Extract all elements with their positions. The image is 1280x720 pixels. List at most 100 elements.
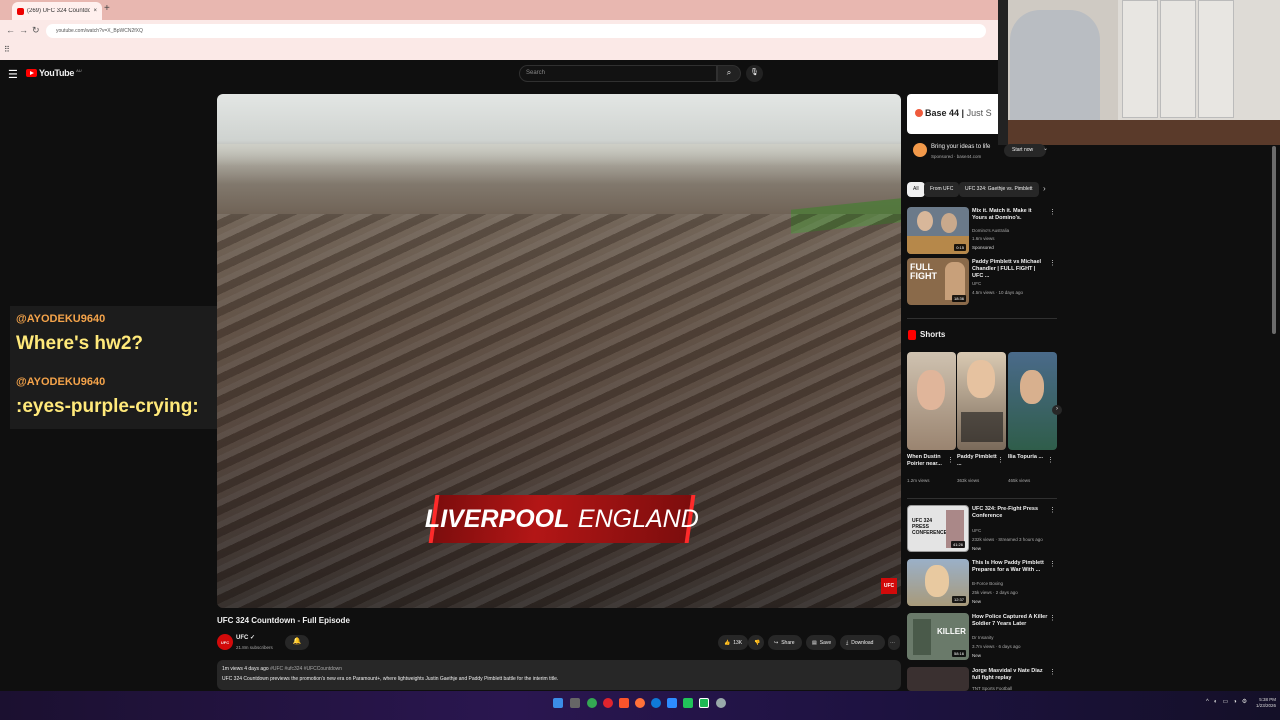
terraced-houses xyxy=(217,214,901,608)
search-input[interactable]: Search xyxy=(519,65,717,82)
hashtags[interactable]: #UFC #ufc324 #UFCCountdown xyxy=(270,666,342,672)
firefox-icon[interactable] xyxy=(635,698,645,708)
chevron-right-icon[interactable]: › xyxy=(1043,184,1046,193)
reload-icon[interactable]: ↻ xyxy=(32,25,40,36)
dislike-button[interactable]: 👎 xyxy=(748,635,764,650)
chip-from-ufc[interactable]: From UFC xyxy=(924,182,960,197)
more-vert-icon[interactable]: ⋮ xyxy=(1049,560,1056,568)
rec-meta: 1.6m views xyxy=(972,236,995,241)
chrome-icon[interactable] xyxy=(587,698,597,708)
new-tab-button[interactable]: + xyxy=(104,3,110,14)
rec-title[interactable]: Mix it. Match it. Make it Yours at Domin… xyxy=(972,208,1048,222)
short-views: 363k views xyxy=(957,478,980,483)
rec-channel[interactable]: UFC xyxy=(972,528,981,534)
taskbar-clock[interactable]: 5:38 PM 1/23/2026 xyxy=(1256,697,1276,709)
youtube-logo[interactable]: YouTube AU xyxy=(26,68,82,78)
divider xyxy=(907,318,1057,319)
task-view-icon[interactable] xyxy=(570,698,580,708)
rec-title[interactable]: Paddy Pimblett vs Michael Chandler | FUL… xyxy=(972,259,1048,280)
base44-logo-icon xyxy=(915,109,923,117)
close-tab-icon[interactable]: × xyxy=(93,8,97,14)
app-icon[interactable] xyxy=(683,698,693,708)
video-thumbnail[interactable]: 12:37 xyxy=(907,559,969,606)
duration-badge: 58:16 xyxy=(951,650,966,657)
system-tray[interactable]: ^◐▭◑⚙ xyxy=(1206,698,1252,705)
rec-channel[interactable]: Domino's Australia xyxy=(972,228,1009,234)
rec-title[interactable]: This Is How Paddy Pimblett Prepares for … xyxy=(972,560,1048,574)
more-vert-icon[interactable]: ⋮ xyxy=(1049,614,1056,622)
chip-ufc-324[interactable]: UFC 324: Gaethje vs. Pimblett xyxy=(959,182,1039,197)
description-meta: 1m views 4 days ago #UFC #ufc324 #UFCCou… xyxy=(222,666,343,672)
short-title[interactable]: When Dustin Poirier near... xyxy=(907,454,949,468)
rec-title[interactable]: Jorge Masvidal v Nate Diaz full fight re… xyxy=(972,668,1048,682)
active-app-icon[interactable] xyxy=(699,698,709,708)
video-thumbnail[interactable]: KILLER 58:16 xyxy=(907,613,969,660)
brave-icon[interactable] xyxy=(619,698,629,708)
more-vert-icon[interactable]: ⋮ xyxy=(1049,208,1056,216)
notification-bell-button[interactable]: 🔔 xyxy=(285,635,309,650)
browser-tab-bar xyxy=(0,0,998,20)
edge-icon[interactable] xyxy=(651,698,661,708)
search-icon[interactable]: ⌕ xyxy=(717,65,741,82)
rec-title[interactable]: UFC 324: Pre-Fight Press Conference xyxy=(972,506,1048,520)
video-thumbnail[interactable]: 0:15 xyxy=(907,207,969,254)
more-vert-icon[interactable]: ⋮ xyxy=(1047,456,1054,464)
rec-channel[interactable]: B-Force Boxing xyxy=(972,581,1003,587)
duration-badge: 0:15 xyxy=(954,244,966,251)
chevron-down-icon[interactable]: ⌄ xyxy=(1043,145,1048,152)
app-icon[interactable] xyxy=(667,698,677,708)
chat-username: @AYODEKU9640 xyxy=(16,376,106,388)
video-thumbnail[interactable]: UFC 324 PRESS CONFERENCE 41:26 xyxy=(907,505,969,552)
duration-badge: 41:26 xyxy=(950,541,965,548)
duration-badge: 12:37 xyxy=(951,596,966,603)
chip-all[interactable]: All xyxy=(907,182,925,197)
youtube-favicon-icon xyxy=(17,7,24,15)
thumbnail-overlay-text: UFC 324 PRESS CONFERENCE xyxy=(912,518,948,536)
short-thumbnail[interactable] xyxy=(957,352,1006,450)
back-icon[interactable]: ← xyxy=(6,25,15,35)
more-vert-icon[interactable]: ⋮ xyxy=(1049,259,1056,267)
more-vert-icon[interactable]: ⋮ xyxy=(997,456,1004,464)
more-vert-icon[interactable]: ⋮ xyxy=(1049,506,1056,514)
description-box[interactable] xyxy=(217,660,901,690)
like-button[interactable]: 👍 13K xyxy=(718,635,748,650)
short-title[interactable]: Ilia Topuria ... xyxy=(1008,454,1050,461)
advertiser-avatar[interactable] xyxy=(913,143,927,157)
thumbs-up-icon: 👍 xyxy=(724,639,731,646)
logo-text: YouTube xyxy=(39,68,75,78)
channel-avatar[interactable]: UFC xyxy=(217,634,233,650)
channel-name[interactable]: UFC ✓ xyxy=(236,634,255,641)
lower-third-city: LIVERPOOL xyxy=(425,504,570,533)
short-title[interactable]: Paddy Pimblett ... xyxy=(957,454,999,468)
ufc-watermark: UFC xyxy=(881,578,897,594)
scrollbar-thumb[interactable] xyxy=(1272,146,1276,334)
new-badge: New xyxy=(972,653,982,658)
short-thumbnail[interactable] xyxy=(907,352,956,450)
windows-start-icon[interactable] xyxy=(553,698,563,708)
ad-title[interactable]: Bring your ideas to life xyxy=(931,144,990,150)
save-button[interactable]: ▤ Save xyxy=(806,635,836,650)
url-field[interactable]: youtube.com/watch?v=X_BpWCN2fXQ xyxy=(46,24,986,38)
more-actions-button[interactable]: ⋯ xyxy=(888,635,900,650)
more-vert-icon[interactable]: ⋮ xyxy=(1049,668,1056,676)
start-now-button[interactable]: Start now xyxy=(1004,144,1046,157)
rec-channel[interactable]: UFC xyxy=(972,281,981,287)
rec-channel[interactable]: Dr Insanity xyxy=(972,635,994,641)
video-thumbnail[interactable]: FULL FIGHT 18:36 xyxy=(907,258,969,305)
rec-title[interactable]: How Police Captured A Killer Soldier 7 Y… xyxy=(972,614,1048,628)
share-button[interactable]: ↪ Share xyxy=(768,635,802,650)
apps-grid-icon[interactable]: ⠿ xyxy=(4,45,10,54)
chevron-right-icon[interactable]: › xyxy=(1052,405,1062,415)
rec-meta: 25k views · 2 days ago xyxy=(972,590,1018,595)
obs-icon[interactable] xyxy=(716,698,726,708)
ad-banner[interactable]: Base 44 | Just S xyxy=(907,94,998,134)
microphone-icon[interactable]: 🎙 xyxy=(746,65,763,82)
video-thumbnail[interactable] xyxy=(907,667,969,691)
download-button[interactable]: ⤓ Download xyxy=(840,635,885,650)
opera-icon[interactable] xyxy=(603,698,613,708)
forward-icon[interactable]: → xyxy=(19,25,28,35)
more-vert-icon[interactable]: ⋮ xyxy=(947,456,954,464)
hamburger-menu-icon[interactable]: ☰ xyxy=(8,68,18,81)
browser-tab[interactable]: (269) UFC 324 Countdown - F... × xyxy=(12,2,102,20)
short-thumbnail[interactable] xyxy=(1008,352,1057,450)
